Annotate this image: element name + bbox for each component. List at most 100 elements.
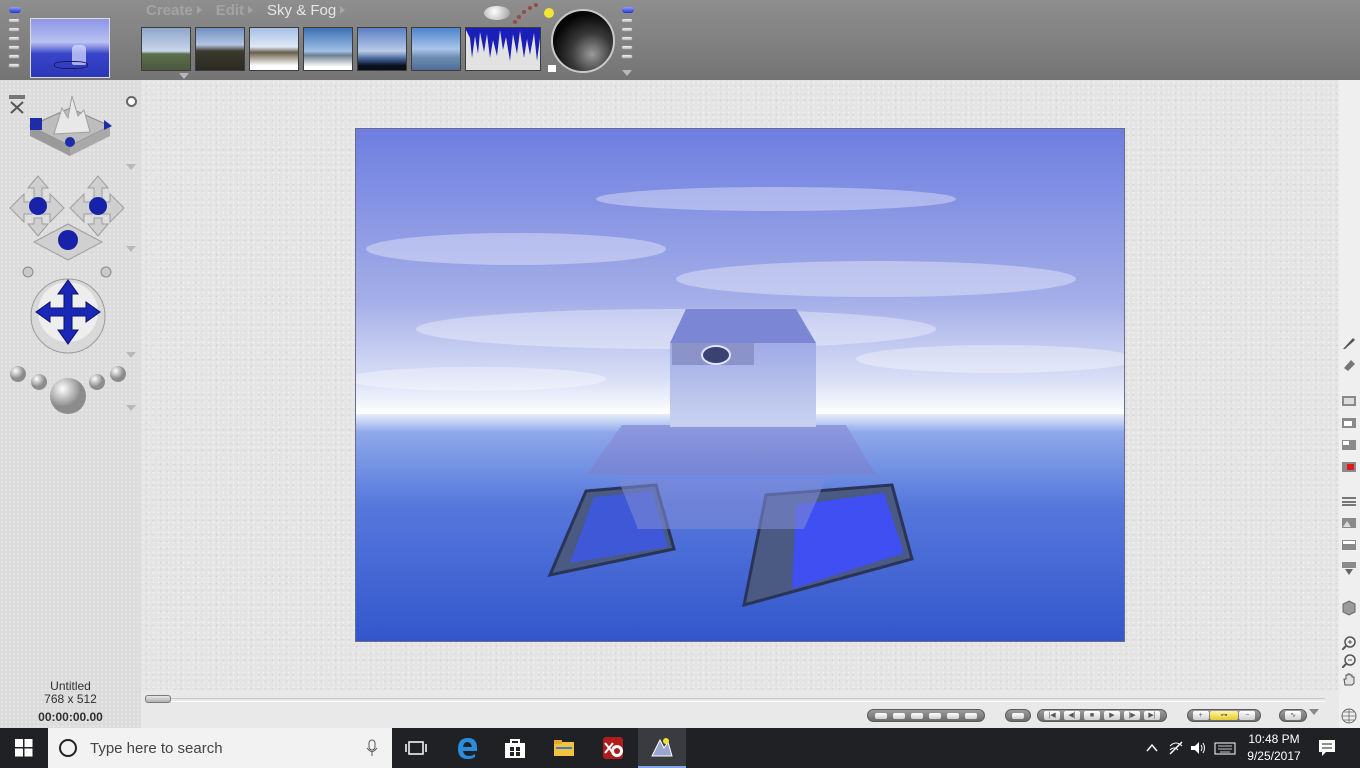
wifi-icon[interactable] [1168,740,1184,756]
taskbar-clock[interactable]: 10:48 PM 9/25/2017 [1244,731,1304,765]
render-stop-icon[interactable] [1342,462,1356,472]
taskbar-store[interactable] [491,728,539,768]
windows-logo-icon [15,739,33,757]
render-region-icon[interactable] [1342,440,1356,450]
keyboard-icon[interactable] [1214,740,1236,756]
animation-timeline: |◀ ◀| ■ ▶ |▶ ▶| + ⊶ − ∿ [141,690,1339,728]
keyframe-controls: + ⊶ − [1187,709,1261,722]
sky-preset-1[interactable] [141,27,191,71]
sky-preset-2[interactable] [195,27,245,71]
move-dropdown-icon[interactable] [126,352,136,358]
tween-curve-icon: ∿ [1285,711,1301,720]
cloud-icon[interactable] [484,6,510,20]
clock-date: 9/25/2017 [1247,749,1301,763]
pencil-icon[interactable] [1342,336,1356,350]
chevron-up-icon[interactable] [1144,740,1160,756]
preview-object-base [54,60,89,69]
sphere-gem-icon[interactable] [622,7,634,13]
go-to-end-button[interactable]: ▶| [1144,711,1160,720]
sun-icon[interactable] [544,8,554,18]
task-view-button[interactable] [392,728,440,768]
taskbar-bryce[interactable] [638,728,686,768]
tween-button[interactable]: ∿ [1279,709,1307,722]
preset-scroll-marker [548,65,556,72]
step-forward-button[interactable]: |▶ [1124,711,1140,720]
cortana-icon [59,739,77,757]
download-icon[interactable] [1342,562,1356,576]
rendered-scene [356,129,1124,641]
microphone-icon[interactable] [366,739,378,757]
document-time: 00:00:00.00 [38,710,103,724]
folder-icon [554,740,574,756]
eraser-icon[interactable] [1342,358,1356,372]
sun-path-icon[interactable] [512,2,542,24]
cube-icon[interactable] [1342,600,1356,616]
globe-icon[interactable] [1341,708,1357,724]
taskbar-file-explorer[interactable] [540,728,588,768]
sphere-dropdown-icon[interactable] [622,70,632,76]
top-right-grip[interactable] [621,18,633,59]
action-center-icon[interactable] [1318,739,1336,757]
menu-edit[interactable]: Edit [215,1,254,19]
sky-preset-4[interactable] [303,27,353,71]
stop-button[interactable]: ■ [1084,711,1100,720]
render-window-icon[interactable] [1342,396,1356,406]
zoom-out-icon[interactable] [1342,654,1356,668]
taskbar-psp[interactable] [589,728,637,768]
step-back-button[interactable]: ◀| [1064,711,1080,720]
playback-options-bar[interactable] [867,709,985,722]
search-placeholder: Type here to search [90,739,223,757]
minimize-gem-icon[interactable] [9,7,21,13]
remove-keyframe-button[interactable]: − [1239,711,1256,720]
menu-sky-fog[interactable]: Sky & Fog [267,1,346,19]
store-icon [505,739,525,758]
right-toolbar [1339,80,1360,728]
render-canvas[interactable] [355,128,1125,642]
menu-edit-label: Edit [215,1,245,19]
add-keyframe-button[interactable]: + [1192,711,1209,720]
start-button[interactable] [0,728,48,768]
sky-preset-5[interactable] [357,27,407,71]
left-tool-panel: Untitled 768 x 512 00:00:00.00 [0,80,141,728]
histogram-chart [466,28,540,61]
sky-preset-6[interactable] [411,27,461,71]
taskbar-search-box[interactable]: Type here to search [48,728,392,768]
terrain-tool-icon[interactable] [24,94,116,170]
list-view-icon[interactable] [1342,496,1356,506]
taskbar-edge[interactable] [443,728,491,768]
scene-preview-thumbnail[interactable] [30,18,110,78]
timeline-window-button[interactable] [1005,709,1031,722]
object-rotate-tools[interactable] [6,174,130,278]
key-icon[interactable]: ⊶ [1209,711,1238,720]
menu-sky-fog-label: Sky & Fog [267,1,337,19]
bryce-app-icon [651,738,673,757]
terrain-dropdown-icon[interactable] [126,164,136,170]
scale-dropdown-icon[interactable] [126,405,136,411]
task-view-icon [405,741,427,755]
sky-preset-3[interactable] [249,27,299,71]
top-left-grip[interactable] [8,18,20,68]
light-sphere-control[interactable] [551,9,615,73]
scale-tool-icon[interactable] [8,362,130,424]
zoom-in-icon[interactable] [1342,636,1356,650]
play-button[interactable]: ▶ [1104,711,1120,720]
edge-icon [458,738,477,759]
volume-icon[interactable] [1190,740,1206,756]
panel-option-radio[interactable] [126,96,137,107]
timeline-track[interactable] [145,698,1325,702]
panel-view-icon[interactable] [1342,540,1356,550]
rotate-dropdown-icon[interactable] [126,246,136,252]
menu-create[interactable]: Create [146,2,202,19]
timeline-dropdown-icon[interactable] [1309,709,1319,715]
timeline-playhead[interactable] [145,695,171,703]
move-tool-icon[interactable] [28,276,108,356]
hand-pan-icon[interactable] [1342,672,1356,686]
histogram-preview[interactable] [465,27,541,71]
presets-dropdown-icon[interactable] [179,73,189,79]
go-to-start-button[interactable]: |◀ [1044,711,1060,720]
image-view-icon[interactable] [1342,518,1356,528]
sky-preset-strip [141,27,541,73]
render-area-icon[interactable] [1342,418,1356,428]
menu-create-label: Create [146,1,193,19]
chevron-right-icon [196,6,202,14]
